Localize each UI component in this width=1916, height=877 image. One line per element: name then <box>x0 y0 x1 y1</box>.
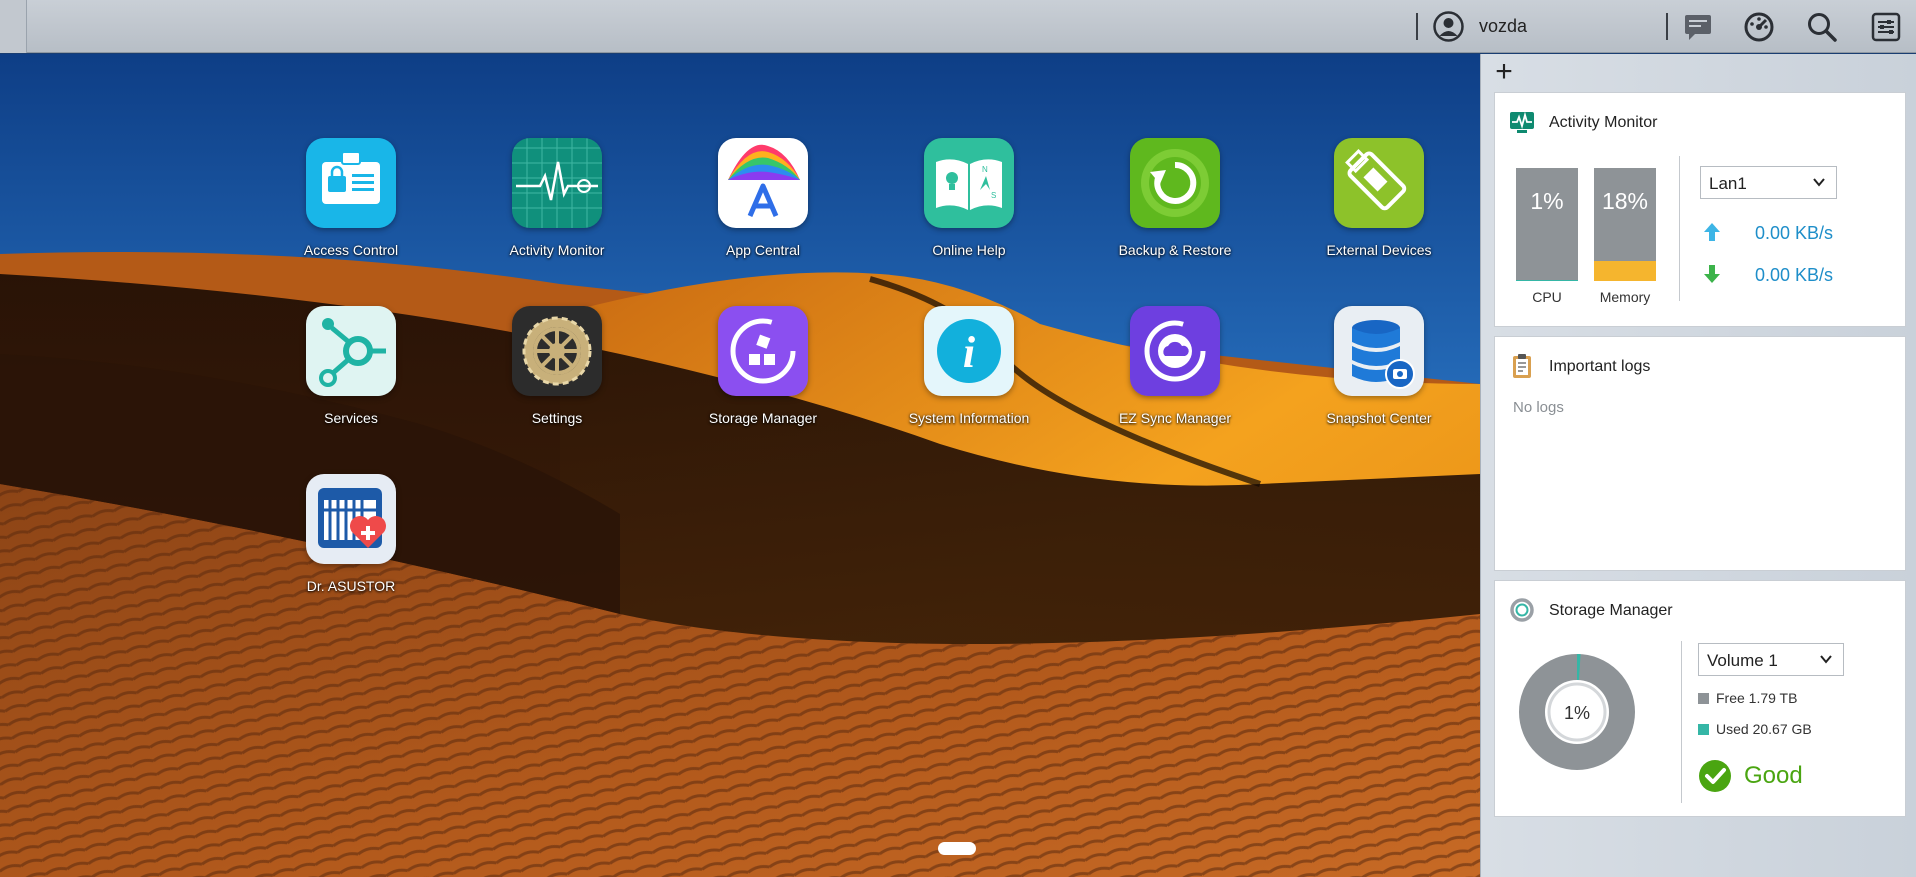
app-dr-asustor[interactable]: Dr. ASUSTOR <box>266 474 436 595</box>
cpu-meter: 1% <box>1516 168 1578 281</box>
cpu-label: CPU <box>1532 289 1562 305</box>
volume-select[interactable]: Volume 1 <box>1698 643 1844 676</box>
page-indicator[interactable] <box>938 842 976 855</box>
app-access-control[interactable]: Access Control <box>266 138 436 259</box>
app-label: Services <box>324 410 378 426</box>
app-backup-restore[interactable]: Backup & Restore <box>1090 138 1260 259</box>
backup-restore-icon <box>1130 138 1220 228</box>
activity-monitor-icon <box>512 138 602 228</box>
dr-asustor-icon <box>306 474 396 564</box>
volume-status-text: Good <box>1744 762 1803 789</box>
network-interface-select[interactable]: Lan1 <box>1700 166 1837 199</box>
memory-meter: 18% <box>1594 168 1656 281</box>
app-label: App Central <box>726 242 800 258</box>
desktop: Access Control Activity Monitor App Cent… <box>0 54 1480 877</box>
user-avatar-icon[interactable] <box>1433 11 1464 42</box>
app-label: Activity Monitor <box>509 242 605 258</box>
widget-title: Important logs <box>1549 358 1651 375</box>
legend-free: Free 1.79 TB <box>1698 690 1797 706</box>
widget-divider <box>1681 641 1682 803</box>
app-label: Backup & Restore <box>1118 242 1232 258</box>
widget-title: Storage Manager <box>1549 602 1673 619</box>
app-label: Storage Manager <box>708 410 818 426</box>
widget-title: Activity Monitor <box>1549 114 1658 131</box>
download-arrow-icon <box>1704 265 1720 283</box>
notification-icon[interactable] <box>1681 10 1715 44</box>
access-control-icon <box>306 138 396 228</box>
app-label: Snapshot Center <box>1326 410 1432 426</box>
logs-empty-text: No logs <box>1513 399 1564 416</box>
app-snapshot-center[interactable]: Snapshot Center <box>1294 306 1464 427</box>
activity-monitor-icon <box>1510 111 1534 133</box>
app-app-central[interactable]: App Central <box>678 138 848 259</box>
app-central-icon <box>718 138 808 228</box>
chevron-down-icon <box>1820 655 1832 664</box>
settings-gear-icon <box>512 306 602 396</box>
volume-select-value: Volume 1 <box>1707 651 1778 670</box>
app-online-help[interactable]: N S Online Help <box>884 138 1054 259</box>
memory-meter-fill <box>1594 260 1656 281</box>
storage-manager-icon <box>718 306 808 396</box>
app-label: Access Control <box>303 242 399 258</box>
check-circle-icon <box>1699 760 1731 792</box>
cpu-meter-fill <box>1516 279 1578 281</box>
services-icon <box>306 306 396 396</box>
free-space-text: Free 1.79 TB <box>1716 690 1798 706</box>
legend-swatch-used <box>1698 724 1709 735</box>
app-external-devices[interactable]: External Devices <box>1294 138 1464 259</box>
svg-text:N: N <box>982 165 988 174</box>
dashboard-icon[interactable] <box>1742 10 1776 44</box>
memory-label: Memory <box>1599 289 1651 305</box>
app-storage-manager[interactable]: Storage Manager <box>678 306 848 427</box>
ez-sync-icon <box>1130 306 1220 396</box>
system-information-icon: i <box>924 306 1014 396</box>
app-label: EZ Sync Manager <box>1118 410 1232 426</box>
app-label: System Information <box>908 410 1030 426</box>
widget-divider <box>1679 156 1680 301</box>
chevron-down-icon <box>1813 178 1825 187</box>
user-name[interactable]: vozda <box>1479 16 1527 37</box>
widget-sidebar: + Activity Monitor 1% CPU 18% Memory Lan… <box>1480 54 1916 877</box>
important-logs-widget: Important logs No logs <box>1494 336 1906 571</box>
online-help-icon: N S <box>924 138 1014 228</box>
widget-settings-icon[interactable] <box>1869 10 1903 44</box>
add-widget-button[interactable]: + <box>1490 57 1518 87</box>
app-system-information[interactable]: i System Information <box>884 306 1054 427</box>
legend-swatch-free <box>1698 693 1709 704</box>
app-label: Dr. ASUSTOR <box>306 578 396 594</box>
clipboard-icon <box>1513 354 1531 378</box>
search-icon[interactable] <box>1805 10 1839 44</box>
storage-ring-icon <box>1510 598 1534 622</box>
svg-text:i: i <box>963 328 976 377</box>
app-label: Online Help <box>932 242 1006 258</box>
app-label: External Devices <box>1326 242 1432 258</box>
taskbar-start-area[interactable] <box>0 0 27 53</box>
app-activity-monitor[interactable]: Activity Monitor <box>472 138 642 259</box>
storage-manager-widget: Storage Manager 1% Volume 1 Free 1.79 TB… <box>1494 580 1906 817</box>
upload-arrow-icon <box>1704 223 1720 241</box>
cpu-value: 1% <box>1530 188 1564 214</box>
activity-monitor-widget: Activity Monitor 1% CPU 18% Memory Lan1 … <box>1494 92 1906 327</box>
upload-rate: 0.00 KB/s <box>1755 223 1834 243</box>
donut-percent: 1% <box>1564 703 1590 723</box>
app-ez-sync-manager[interactable]: EZ Sync Manager <box>1090 306 1260 427</box>
svg-text:S: S <box>991 191 996 200</box>
legend-used: Used 20.67 GB <box>1698 721 1812 737</box>
snapshot-center-icon <box>1334 306 1424 396</box>
taskbar-separator <box>1416 13 1418 40</box>
app-label: Settings <box>531 410 583 426</box>
used-space-text: Used 20.67 GB <box>1716 721 1812 737</box>
volume-usage-donut: 1% <box>1519 654 1635 770</box>
download-rate: 0.00 KB/s <box>1755 265 1834 285</box>
app-settings[interactable]: Settings <box>472 306 642 427</box>
memory-value: 18% <box>1601 188 1649 214</box>
taskbar-separator <box>1666 13 1668 40</box>
app-services[interactable]: Services <box>266 306 436 427</box>
network-interface-value: Lan1 <box>1709 174 1747 193</box>
taskbar: vozda <box>0 0 1916 53</box>
external-devices-icon <box>1334 138 1424 228</box>
